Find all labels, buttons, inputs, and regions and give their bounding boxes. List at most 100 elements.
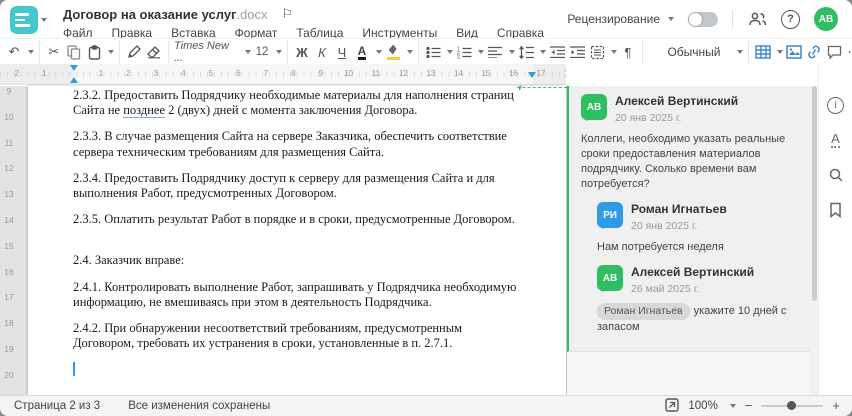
document-title: Договор на оказание услуг [63,6,237,22]
right-indent-marker[interactable] [528,72,536,78]
document-info-button[interactable]: i [825,94,847,116]
comment[interactable]: АВ Алексей Вертинский 20 янв 2025 г. Кол… [581,94,800,192]
paragraph-style-select[interactable]: Обычный [648,42,732,62]
decrease-indent-button[interactable] [548,42,566,62]
highlight-color-button[interactable] [384,42,402,62]
font-size-dropdown-icon[interactable] [276,50,282,54]
doc-paragraph[interactable]: 2.3.5. Оплатить результат Работ в порядк… [73,212,521,227]
svg-text:3: 3 [457,55,460,59]
right-sidebar: i А [818,64,852,395]
increase-indent-button[interactable] [568,42,586,62]
show-paragraph-marks-button[interactable]: ¶ [619,42,637,62]
collaboration-users-icon[interactable] [747,9,767,29]
help-icon[interactable]: ? [781,9,800,29]
align-dropdown-icon[interactable] [509,50,515,54]
format-painter-icon[interactable] [125,42,143,62]
bold-button[interactable]: Ж [293,42,311,62]
insert-link-button[interactable] [805,42,823,62]
zoom-out-button[interactable]: − [745,399,753,412]
cut-button[interactable]: ✂ [45,42,63,62]
app-menu-button[interactable] [10,6,47,34]
numbered-list-dropdown-icon[interactable] [478,50,484,54]
comment-reply[interactable]: РИ Роман Игнатьев 20 янв 2025 г. Нам пот… [597,202,800,255]
ruler-row: 21 123456789101112131415161718 [0,64,852,86]
bullet-list-button[interactable] [424,42,442,62]
app-window: Договор на оказание услуг .docx ⚐ Файл Пр… [0,0,852,416]
comment-thread[interactable]: АВ Алексей Вертинский 20 янв 2025 г. Кол… [567,86,810,352]
line-spacing-dropdown-icon[interactable] [540,50,546,54]
italic-button[interactable]: К [313,42,331,62]
user-avatar[interactable]: АВ [814,7,838,31]
doc-paragraph[interactable]: 2.3.3. В случае размещения Сайта на серв… [73,129,521,159]
paragraph-settings-dropdown-icon[interactable] [611,50,617,54]
divider [732,10,733,28]
style-dropdown-icon[interactable] [737,50,743,54]
font-name-select[interactable]: Times New ... [174,40,240,64]
comment-anchor-text[interactable]: позднее [123,103,166,119]
comment-connector-line [517,87,567,88]
doc-paragraph[interactable]: 2.4.1. Контролировать выполнение Работ, … [73,280,521,310]
page-indicator[interactable]: Страница 2 из 3 [14,400,100,412]
comment-reply[interactable]: АВ Алексей Вертинский 26 май 2025 г. Ром… [597,265,800,335]
comment-date: 20 янв 2025 г. [615,112,682,124]
highlight-dropdown-icon[interactable] [407,50,413,54]
bullet-list-dropdown-icon[interactable] [447,50,453,54]
mention-chip[interactable]: Роман Игнатьев [597,303,690,320]
zoom-dropdown-icon[interactable] [729,404,736,408]
left-indent-marker[interactable] [70,77,78,83]
spellcheck-button[interactable]: А [825,129,847,151]
doc-paragraph[interactable]: 2.3.4. Предоставить Подрядчику доступ к … [73,171,521,201]
numbered-list-button[interactable]: 123 [455,42,473,62]
comment-text: Коллеги, необходимо указать реальные сро… [581,133,786,190]
table-dropdown-icon[interactable] [777,50,783,54]
review-toggle[interactable] [688,11,718,27]
comment-author: Алексей Вертинский [631,265,755,279]
flag-icon[interactable]: ⚐ [282,6,294,22]
more-tools-button[interactable]: ⋯ [845,42,852,62]
line-spacing-button[interactable] [517,42,535,62]
title-bar: Договор на оказание услуг .docx ⚐ Файл Пр… [0,0,852,40]
horizontal-ruler[interactable]: 21 123456789101112131415161718 [0,64,566,85]
document-area: 9 10 11 12 13 14 15 16 17 18 19 20 2.3.2. Предостав… [0,86,818,395]
doc-paragraph[interactable]: 2.4. Заказчик вправе: [73,253,521,268]
insert-table-button[interactable] [754,42,772,62]
paragraph-settings-button[interactable] [588,42,606,62]
document-page[interactable]: 2.3.2. Предоставить Подрядчику необходим… [28,86,566,395]
font-name-dropdown-icon[interactable] [245,50,251,54]
font-size-select[interactable]: 12 [253,42,271,62]
comment-avatar: АВ [581,94,607,121]
search-button[interactable] [825,164,847,186]
fit-page-button[interactable] [665,397,680,415]
chevron-down-icon [41,18,47,22]
zoom-slider[interactable] [761,401,824,410]
bookmark-button[interactable] [825,199,847,221]
zoom-value[interactable]: 100% [688,400,717,412]
scrollbar-thumb[interactable] [811,86,817,301]
paste-dropdown-icon[interactable] [108,50,114,54]
paste-button[interactable] [85,42,103,62]
save-status: Все изменения сохранены [128,400,271,412]
review-mode-dropdown[interactable]: Рецензирование [567,12,674,26]
zoom-in-button[interactable]: + [832,399,840,412]
copy-button[interactable] [65,42,83,62]
font-color-dropdown-icon[interactable] [376,50,382,54]
comment-date: 26 май 2025 г. [631,283,700,295]
clear-style-eraser-icon[interactable] [145,42,163,62]
doc-paragraph[interactable]: 2.4.2. При обнаружении несоответствий тр… [73,321,521,351]
zoom-slider-handle[interactable] [787,401,797,410]
vertical-ruler[interactable]: 9 10 11 12 13 14 15 16 17 18 19 20 [0,86,26,395]
font-color-button[interactable]: А [357,45,367,60]
first-line-indent-marker[interactable] [70,65,78,71]
comments-panel: АВ Алексей Вертинский 20 янв 2025 г. Кол… [567,86,810,395]
undo-dropdown-icon[interactable] [28,50,34,54]
insert-comment-button[interactable] [825,42,843,62]
vertical-scrollbar[interactable] [810,86,818,395]
comment-author: Роман Игнатьев [631,202,727,216]
comment-avatar: АВ [597,265,623,292]
doc-paragraph[interactable]: 2.3.2. Предоставить Подрядчику необходим… [73,88,521,119]
undo-button[interactable]: ↶ [5,42,23,62]
insert-image-button[interactable] [785,42,803,62]
underline-button[interactable]: Ч [333,42,351,62]
align-button[interactable] [486,42,504,62]
ruler-numbers-left: 21 [14,68,47,78]
